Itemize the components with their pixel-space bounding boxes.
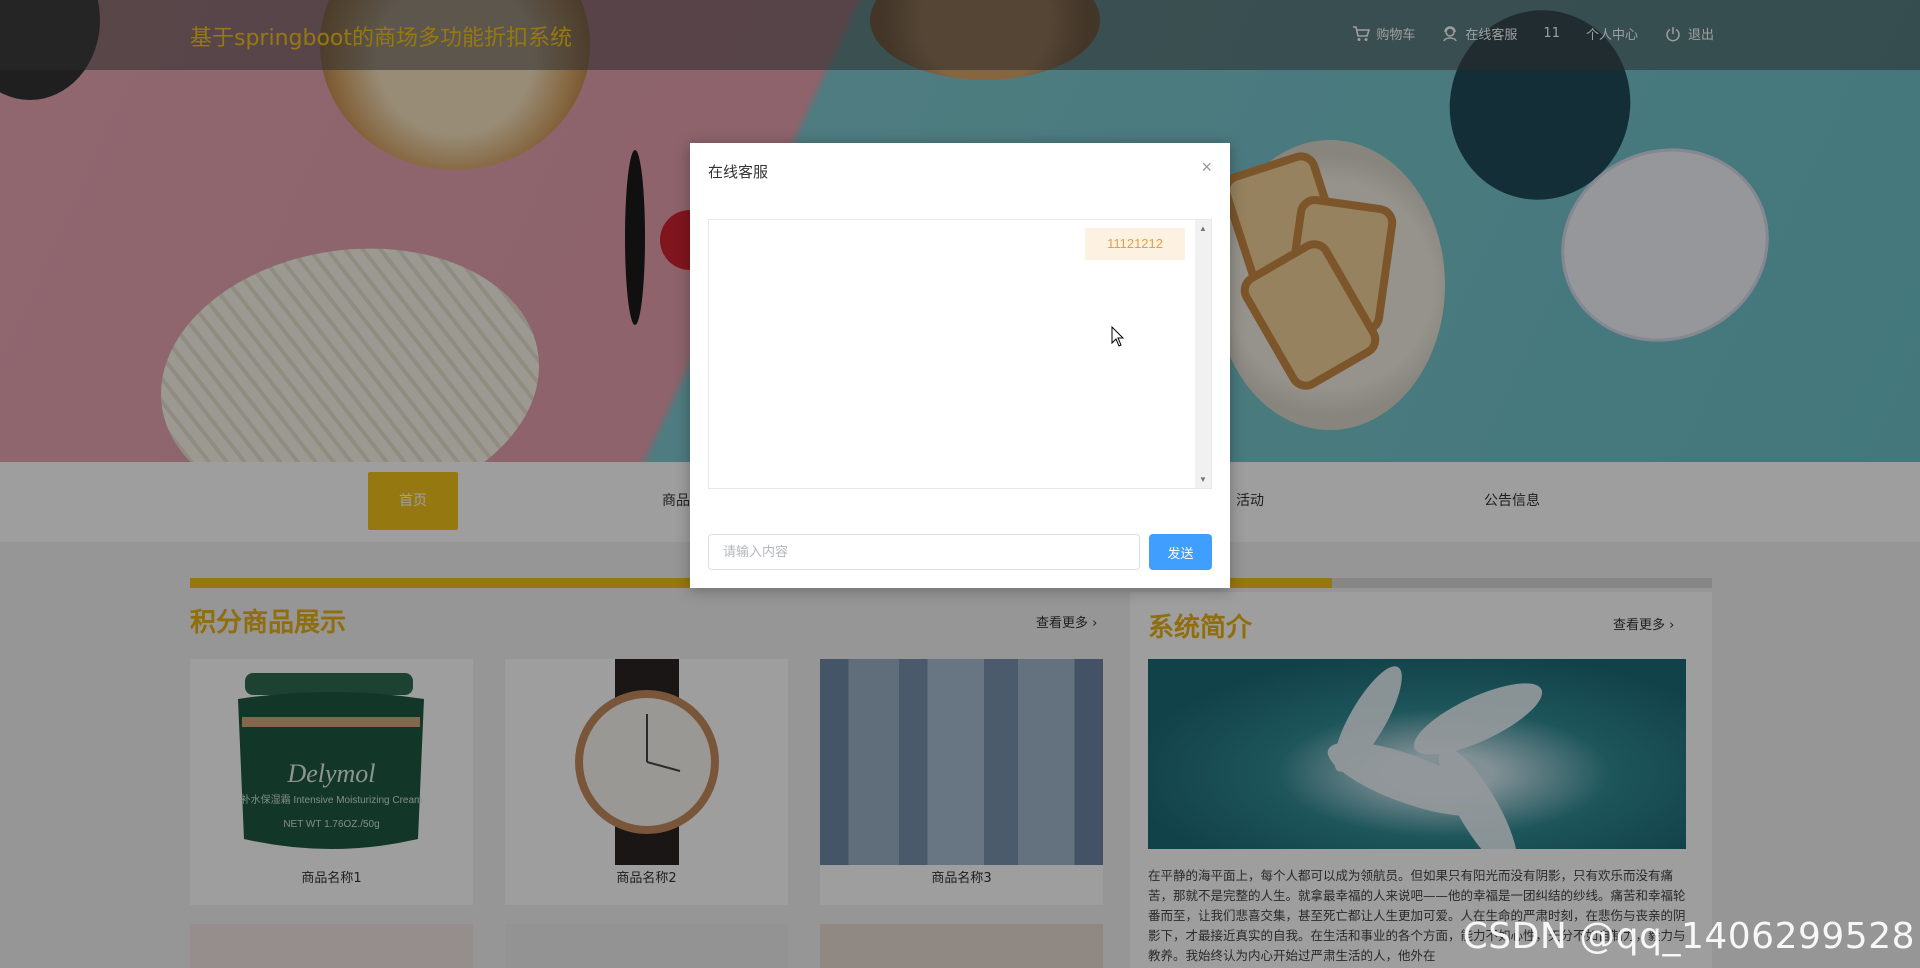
chat-input[interactable]: [708, 534, 1140, 570]
dialog-title: 在线客服: [708, 163, 769, 181]
scroll-up-icon[interactable]: ▲: [1199, 224, 1207, 233]
chat-message: 11121212: [1085, 228, 1185, 260]
send-button[interactable]: 发送: [1149, 534, 1212, 570]
chat-history[interactable]: 11121212 ▲ ▼: [708, 219, 1212, 489]
online-service-dialog: 在线客服 × 11121212 ▲ ▼ 发送: [690, 143, 1230, 588]
chat-scrollbar[interactable]: ▲ ▼: [1195, 220, 1211, 488]
watermark: CSDN @qq_1406299528: [1462, 916, 1915, 957]
mouse-cursor-icon: [1111, 325, 1125, 353]
close-icon[interactable]: ×: [1201, 157, 1212, 178]
scroll-down-icon[interactable]: ▼: [1199, 475, 1207, 484]
